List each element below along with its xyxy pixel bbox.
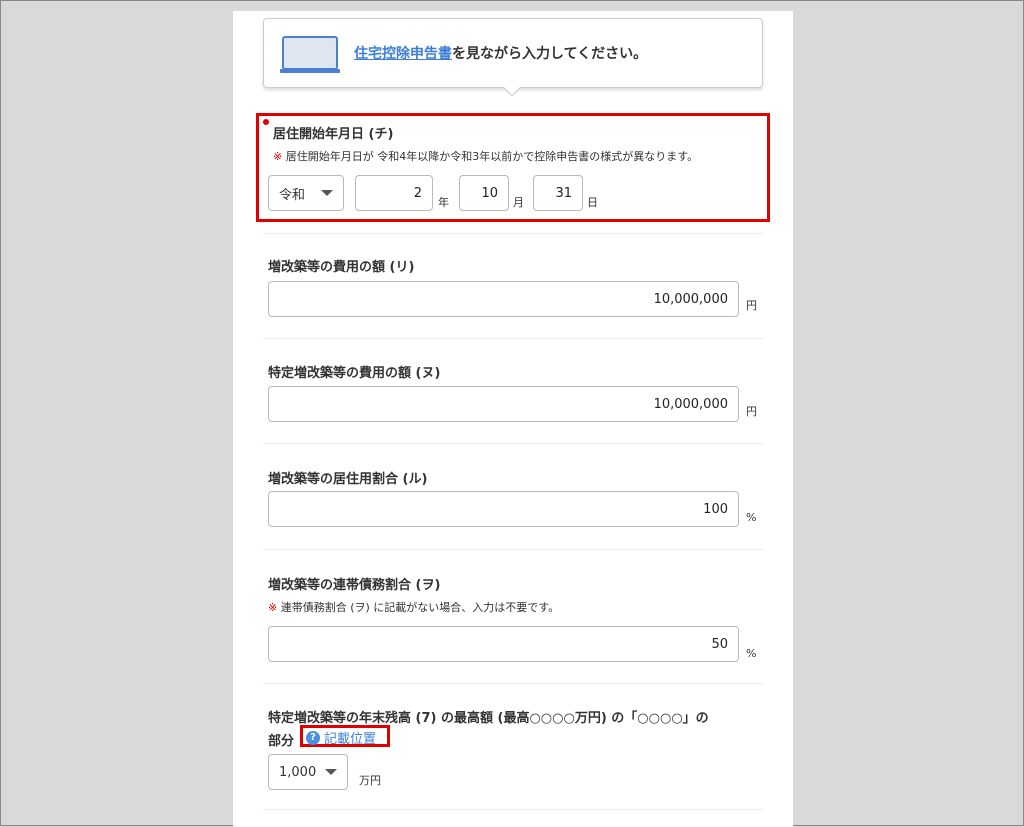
required-icon [263, 119, 269, 125]
specific-cost-input[interactable]: 10,000,000 [268, 386, 739, 422]
residence-label: 居住開始年月日 (チ) [273, 127, 394, 142]
residence-note: 居住開始年月日が 令和4年以降か令和3年以前かで控除申告書の様式が異なります。 [282, 150, 699, 163]
divider [263, 443, 763, 444]
max-balance-value: 1,000 [279, 764, 317, 780]
divider [263, 338, 763, 339]
help-text: 記載位置 [324, 732, 377, 747]
entry-position-help-link[interactable]: ? 記載位置 [306, 728, 376, 747]
instruction-callout: 住宅控除申告書を見ながら入力してください。 [263, 18, 763, 88]
day-input[interactable]: 31 [533, 175, 583, 211]
divider [263, 809, 763, 810]
form-panel: 住宅控除申告書を見ながら入力してください。 居住開始年月日 (チ) ※ 居住開始… [233, 11, 793, 827]
chevron-down-icon [321, 190, 333, 196]
chevron-down-icon [325, 769, 337, 775]
month-unit: 月 [513, 196, 524, 209]
joint-ratio-unit: % [746, 647, 757, 660]
era-value: 令和 [279, 187, 306, 203]
max-balance-unit: 万円 [359, 774, 381, 787]
residential-ratio-input[interactable]: 100 [268, 491, 739, 527]
note-mark: ※ [268, 601, 278, 614]
month-input[interactable]: 10 [459, 175, 509, 211]
joint-ratio-input[interactable]: 50 [268, 626, 739, 662]
divider [263, 683, 763, 684]
residential-ratio-label: 増改築等の居住用割合 (ル) [268, 472, 428, 487]
residential-ratio-unit: % [746, 511, 757, 524]
joint-ratio-note: 連帯債務割合 (ヲ) に記載がない場合、入力は不要です。 [277, 601, 560, 614]
day-unit: 日 [587, 196, 598, 209]
joint-ratio-label: 増改築等の連帯債務割合 (ヲ) [268, 578, 441, 593]
deduction-form-link[interactable]: 住宅控除申告書 [354, 46, 452, 62]
cost-label: 増改築等の費用の額 (リ) [268, 260, 415, 275]
specific-cost-label: 特定増改築等の費用の額 (ヌ) [268, 366, 441, 381]
help-icon: ? [306, 730, 320, 745]
year-unit: 年 [438, 196, 449, 209]
era-select[interactable]: 令和 [268, 175, 344, 211]
cost-unit: 円 [746, 299, 757, 312]
max-balance-select[interactable]: 1,000 [268, 754, 348, 790]
divider [263, 549, 763, 550]
callout-text: を見ながら入力してください。 [452, 46, 648, 62]
cost-input[interactable]: 10,000,000 [268, 281, 739, 317]
specific-cost-unit: 円 [746, 405, 757, 418]
max-balance-label-2: 部分 [268, 734, 295, 749]
note-mark: ※ [273, 150, 283, 163]
max-balance-label: 特定増改築等の年末残高 (7) の最高額 (最高○○○○万円) の「○○○○」の [268, 711, 709, 726]
laptop-icon [280, 36, 340, 78]
year-input[interactable]: 2 [355, 175, 433, 211]
divider [263, 233, 763, 234]
